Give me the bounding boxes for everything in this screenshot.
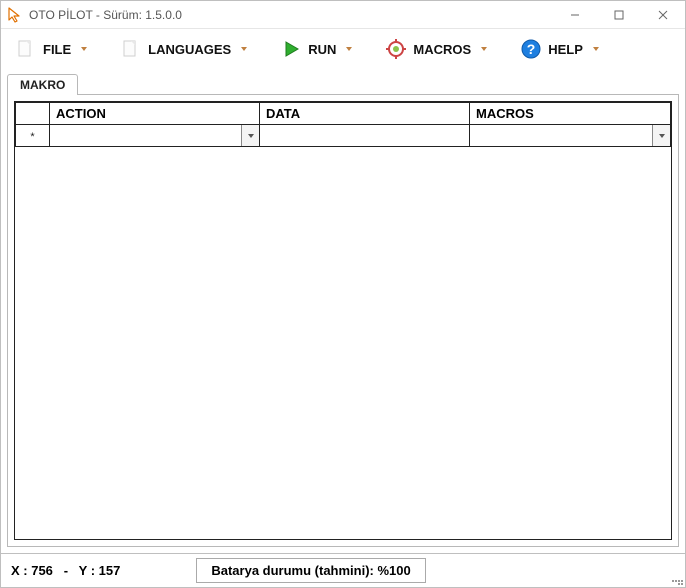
window-title: OTO PİLOT - Sürüm: 1.5.0.0 bbox=[29, 8, 553, 22]
file-icon bbox=[120, 38, 142, 60]
file-label: FILE bbox=[43, 42, 71, 57]
new-row-indicator bbox=[16, 125, 50, 147]
help-menu-button[interactable]: ? HELP bbox=[514, 35, 606, 63]
chevron-down-icon bbox=[80, 45, 88, 53]
column-header-action[interactable]: ACTION bbox=[50, 103, 260, 125]
macros-label: MACROS bbox=[413, 42, 471, 57]
chevron-down-icon bbox=[345, 45, 353, 53]
help-icon: ? bbox=[520, 38, 542, 60]
column-header-macros[interactable]: MACROS bbox=[470, 103, 671, 125]
file-menu-button[interactable]: FILE bbox=[9, 35, 94, 63]
cell-macros[interactable] bbox=[470, 125, 671, 147]
app-window: OTO PİLOT - Sürüm: 1.5.0.0 FILE bbox=[0, 0, 686, 588]
cell-data[interactable] bbox=[260, 125, 470, 147]
chevron-down-icon[interactable] bbox=[652, 125, 670, 146]
file-icon bbox=[15, 38, 37, 60]
statusbar: X : 756 - Y : 157 Batarya durumu (tahmin… bbox=[1, 553, 685, 587]
cell-action[interactable] bbox=[50, 125, 260, 147]
chevron-down-icon bbox=[240, 45, 248, 53]
chevron-down-icon bbox=[480, 45, 488, 53]
tab-makro[interactable]: MAKRO bbox=[7, 74, 78, 95]
maximize-button[interactable] bbox=[597, 1, 641, 28]
grid-empty-space bbox=[15, 147, 671, 539]
run-label: RUN bbox=[308, 42, 336, 57]
play-icon bbox=[280, 38, 302, 60]
titlebar: OTO PİLOT - Sürüm: 1.5.0.0 bbox=[1, 1, 685, 29]
macros-menu-button[interactable]: MACROS bbox=[379, 35, 494, 63]
cursor-coordinates: X : 756 - Y : 157 bbox=[11, 563, 120, 578]
tabstrip: MAKRO bbox=[1, 71, 685, 95]
languages-label: LANGUAGES bbox=[148, 42, 231, 57]
chevron-down-icon[interactable] bbox=[241, 125, 259, 146]
gear-icon bbox=[385, 38, 407, 60]
row-header-blank bbox=[16, 103, 50, 125]
minimize-button[interactable] bbox=[553, 1, 597, 28]
tab-panel-makro: ACTION DATA MACROS bbox=[7, 94, 679, 547]
chevron-down-icon bbox=[592, 45, 600, 53]
window-controls bbox=[553, 1, 685, 28]
resize-grip[interactable] bbox=[671, 573, 683, 585]
grid-new-row[interactable] bbox=[16, 125, 671, 147]
run-menu-button[interactable]: RUN bbox=[274, 35, 359, 63]
help-label: HELP bbox=[548, 42, 583, 57]
languages-menu-button[interactable]: LANGUAGES bbox=[114, 35, 254, 63]
toolbar: FILE LANGUAGES RUN bbox=[1, 29, 685, 69]
macro-grid[interactable]: ACTION DATA MACROS bbox=[14, 101, 672, 540]
cursor-app-icon bbox=[7, 7, 23, 23]
close-button[interactable] bbox=[641, 1, 685, 28]
column-header-data[interactable]: DATA bbox=[260, 103, 470, 125]
svg-text:?: ? bbox=[527, 41, 536, 57]
battery-status: Batarya durumu (tahmini): %100 bbox=[196, 558, 425, 583]
